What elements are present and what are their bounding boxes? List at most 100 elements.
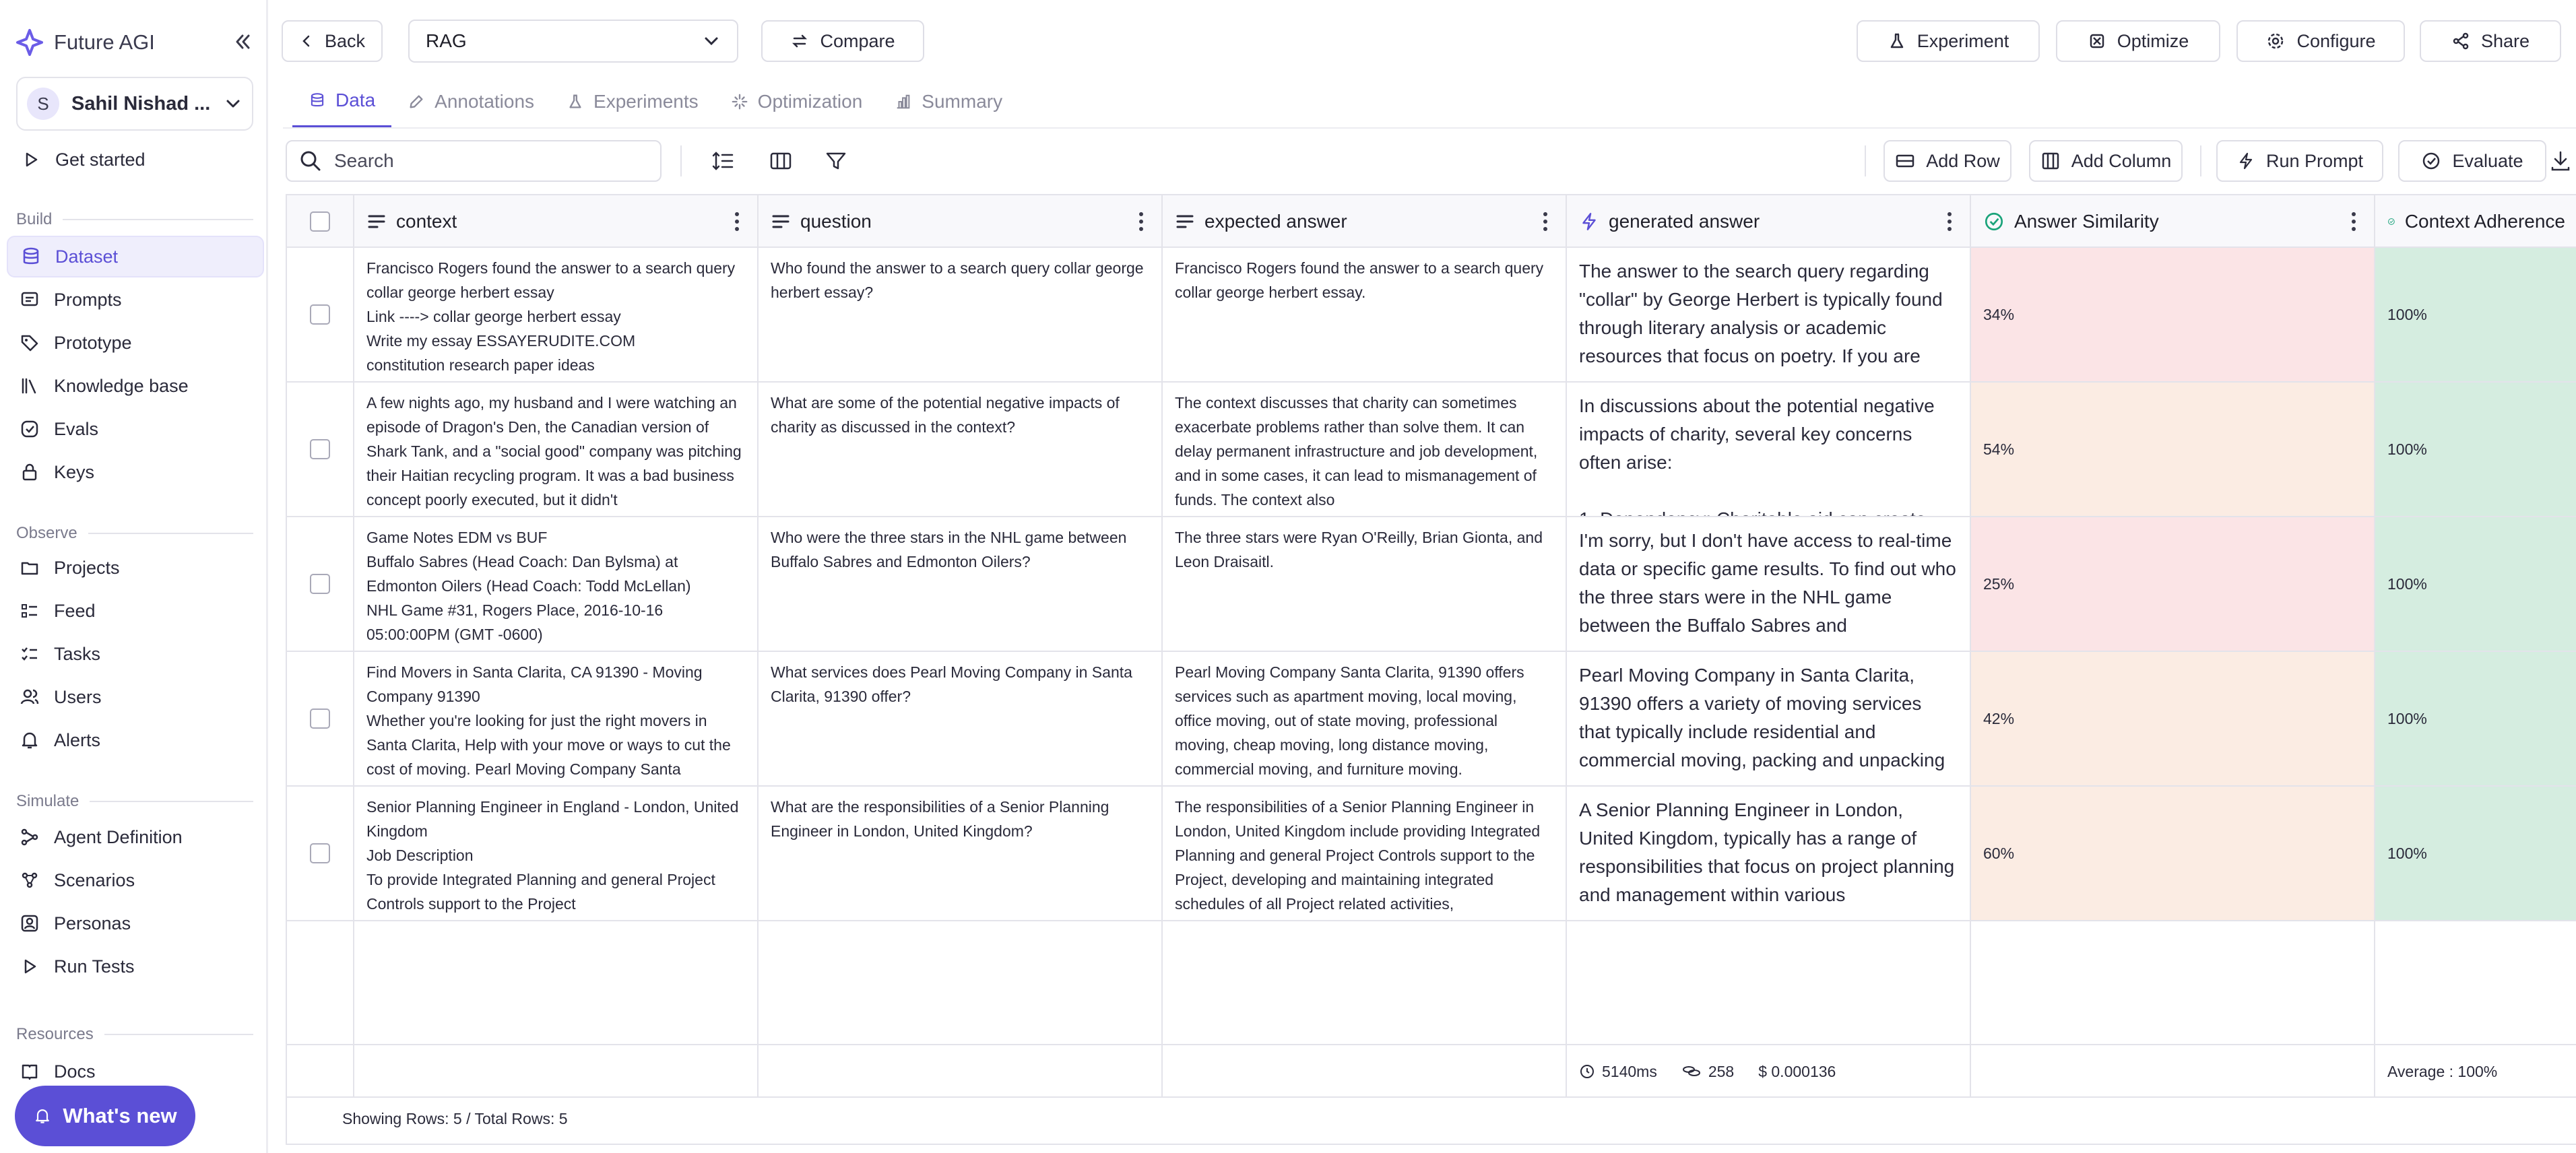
sidebar-item-get-started[interactable]: Get started (16, 143, 253, 176)
run-prompt-button[interactable]: Run Prompt (2216, 140, 2383, 182)
tab-experiments[interactable]: Experiments (550, 75, 715, 128)
columns-icon[interactable] (764, 144, 798, 178)
optimize-button[interactable]: Optimize (2056, 20, 2220, 62)
configure-button[interactable]: Configure (2236, 20, 2405, 62)
cell-context[interactable]: A few nights ago, my husband and I were … (354, 383, 759, 516)
add-column-button[interactable]: Add Column (2029, 140, 2183, 182)
cell-generated-answer[interactable]: The answer to the search query regarding… (1567, 248, 1971, 381)
column-header-expected-answer[interactable]: expected answer (1163, 195, 1567, 248)
select-all-checkbox[interactable] (310, 211, 330, 232)
cell-context-adherence[interactable]: 100% (2375, 652, 2576, 785)
cell-question[interactable]: What services does Pearl Moving Company … (759, 652, 1163, 785)
cell-context[interactable]: Game Notes EDM vs BUF Buffalo Sabres (He… (354, 517, 759, 651)
cell-context-adherence[interactable]: 100% (2375, 517, 2576, 651)
sidebar-item-scenarios[interactable]: Scenarios (7, 859, 264, 901)
column-header-question[interactable]: question (759, 195, 1163, 248)
sidebar-item-dataset[interactable]: Dataset (7, 236, 264, 277)
cell-question[interactable]: What are the responsibilities of a Senio… (759, 787, 1163, 920)
table-row[interactable]: Game Notes EDM vs BUF Buffalo Sabres (He… (287, 517, 2576, 652)
column-header-answer-similarity[interactable]: Answer Similarity (1971, 195, 2375, 248)
search-input[interactable] (334, 150, 644, 172)
back-button[interactable]: Back (282, 20, 383, 62)
sidebar-item-tasks[interactable]: Tasks (7, 633, 264, 675)
sidebar-item-run-tests[interactable]: Run Tests (7, 946, 264, 987)
cell-question[interactable]: Who were the three stars in the NHL game… (759, 517, 1163, 651)
sidebar-item-projects[interactable]: Projects (7, 547, 264, 589)
download-icon[interactable] (2544, 144, 2576, 178)
table-row[interactable]: Francisco Rogers found the answer to a s… (287, 248, 2576, 383)
table-row[interactable]: A few nights ago, my husband and I were … (287, 383, 2576, 517)
experiment-button[interactable]: Experiment (1857, 20, 2040, 62)
sidebar-item-knowledge-base[interactable]: Knowledge base (7, 365, 264, 407)
cell-context-adherence[interactable]: 100% (2375, 787, 2576, 920)
cell-answer-similarity[interactable]: 25% (1971, 517, 2375, 651)
sidebar-item-agent-definition[interactable]: Agent Definition (7, 816, 264, 858)
tab-optimization[interactable]: Optimization (715, 75, 879, 128)
cell-expected-answer[interactable]: The context discusses that charity can s… (1163, 383, 1567, 516)
column-menu-icon[interactable] (729, 212, 745, 231)
toolbar-divider (2200, 145, 2201, 176)
cell-question[interactable]: What are some of the potential negative … (759, 383, 1163, 516)
section-title: Resources (16, 1025, 94, 1043)
cell-context[interactable]: Find Movers in Santa Clarita, CA 91390 -… (354, 652, 759, 785)
sidebar-item-prompts[interactable]: Prompts (7, 279, 264, 321)
column-menu-icon[interactable] (1941, 212, 1958, 231)
summary-cell-adherence: Average : 100% (2375, 1045, 2576, 1098)
cell-answer-similarity[interactable]: 60% (1971, 787, 2375, 920)
collapse-sidebar-icon[interactable] (228, 27, 257, 57)
cell-context-adherence[interactable]: 100% (2375, 383, 2576, 516)
sidebar-item-evals[interactable]: Evals (7, 408, 264, 450)
sidebar-item-alerts[interactable]: Alerts (7, 719, 264, 761)
column-header-context[interactable]: context (354, 195, 759, 248)
compare-button[interactable]: Compare (761, 20, 924, 62)
column-header-context-adherence[interactable]: Context Adherence (2375, 195, 2576, 248)
column-header-generated-answer[interactable]: generated answer (1567, 195, 1971, 248)
cell-answer-similarity[interactable]: 34% (1971, 248, 2375, 381)
column-menu-icon[interactable] (1133, 212, 1149, 231)
cell-answer-similarity[interactable]: 54% (1971, 383, 2375, 516)
cell-generated-answer[interactable]: In discussions about the potential negat… (1567, 383, 1971, 516)
cell-question[interactable]: Who found the answer to a search query c… (759, 248, 1163, 381)
table-row[interactable]: Senior Planning Engineer in England - Lo… (287, 787, 2576, 921)
row-checkbox[interactable] (310, 574, 330, 594)
sidebar-item-prototype[interactable]: Prototype (7, 322, 264, 364)
row-height-icon[interactable] (706, 144, 740, 178)
cell-context[interactable]: Francisco Rogers found the answer to a s… (354, 248, 759, 381)
column-menu-icon[interactable] (2346, 212, 2362, 231)
sidebar-item-label: Evals (54, 418, 99, 439)
row-checkbox[interactable] (310, 709, 330, 729)
tab-data[interactable]: Data (292, 75, 392, 128)
cell-generated-answer[interactable]: I'm sorry, but I don't have access to re… (1567, 517, 1971, 651)
org-selector[interactable]: S Sahil Nishad ... (16, 77, 253, 131)
tab-annotations[interactable]: Annotations (391, 75, 550, 128)
filter-icon[interactable] (819, 144, 853, 178)
cell-expected-answer[interactable]: The responsibilities of a Senior Plannin… (1163, 787, 1567, 920)
row-checkbox[interactable] (310, 304, 330, 325)
row-checkbox[interactable] (310, 843, 330, 863)
add-row-button[interactable]: Add Row (1883, 140, 2011, 182)
sidebar-item-personas[interactable]: Personas (7, 902, 264, 944)
sidebar-item-keys[interactable]: Keys (7, 451, 264, 493)
brand[interactable]: Future AGI (15, 24, 155, 61)
cell-expected-answer[interactable]: The three stars were Ryan O'Reilly, Bria… (1163, 517, 1567, 651)
evaluate-button[interactable]: Evaluate (2398, 140, 2546, 182)
table-row[interactable]: Find Movers in Santa Clarita, CA 91390 -… (287, 652, 2576, 787)
cell-expected-answer[interactable]: Pearl Moving Company Santa Clarita, 9139… (1163, 652, 1567, 785)
tab-summary[interactable]: Summary (878, 75, 1019, 128)
share-button[interactable]: Share (2420, 20, 2561, 62)
dataset-select[interactable]: RAG (408, 20, 738, 63)
toolbar-divider (680, 145, 682, 176)
cell-context[interactable]: Senior Planning Engineer in England - Lo… (354, 787, 759, 920)
column-menu-icon[interactable] (1537, 212, 1553, 231)
cell-context-adherence[interactable]: 100% (2375, 248, 2576, 381)
cell-generated-answer[interactable]: A Senior Planning Engineer in London, Un… (1567, 787, 1971, 920)
sidebar-item-users[interactable]: Users (7, 676, 264, 718)
cell-generated-answer[interactable]: Pearl Moving Company in Santa Clarita, 9… (1567, 652, 1971, 785)
cell-answer-similarity[interactable]: 42% (1971, 652, 2375, 785)
grid-line (757, 921, 759, 1044)
whats-new-button[interactable]: What's new (15, 1086, 195, 1146)
row-checkbox[interactable] (310, 439, 330, 459)
cell-expected-answer[interactable]: Francisco Rogers found the answer to a s… (1163, 248, 1567, 381)
search-box[interactable] (286, 140, 662, 182)
sidebar-item-feed[interactable]: Feed (7, 590, 264, 632)
